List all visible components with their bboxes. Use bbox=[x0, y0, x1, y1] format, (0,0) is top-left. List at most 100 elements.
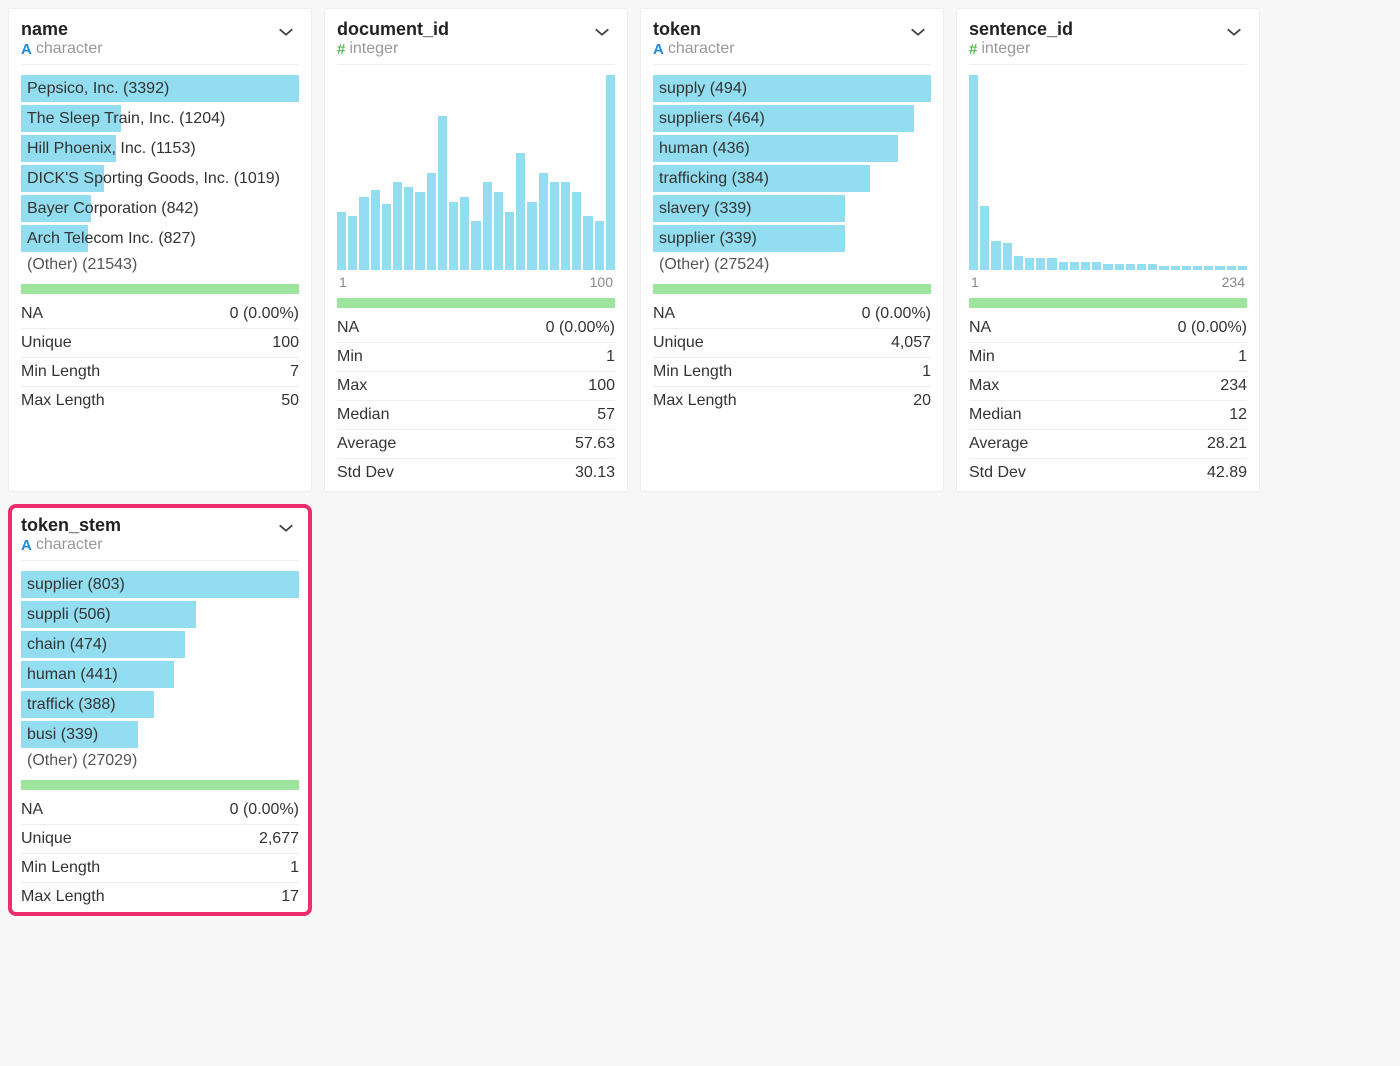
histogram-bar bbox=[359, 197, 368, 270]
column-name: token_stem bbox=[21, 515, 121, 536]
chevron-down-icon[interactable] bbox=[905, 19, 931, 47]
histogram[interactable] bbox=[969, 75, 1247, 270]
card-header: tokenAcharacter bbox=[653, 19, 931, 65]
histogram-bar bbox=[1171, 266, 1180, 270]
value-bar[interactable]: Arch Telecom Inc. (827) bbox=[21, 225, 299, 252]
histogram-bar bbox=[415, 192, 424, 270]
other-row: (Other) (27029) bbox=[21, 752, 299, 770]
stat-row: Min1 bbox=[969, 343, 1247, 372]
stat-row: NA0 (0.00%) bbox=[21, 796, 299, 825]
completeness-bar bbox=[337, 298, 615, 308]
stat-row: Max Length17 bbox=[21, 883, 299, 911]
axis-min: 1 bbox=[339, 274, 347, 290]
value-bar[interactable]: human (441) bbox=[21, 661, 299, 688]
histogram-bar bbox=[980, 206, 989, 270]
histogram-bar bbox=[539, 173, 548, 271]
stat-value: 0 (0.00%) bbox=[862, 305, 931, 323]
bar-label: suppli (506) bbox=[21, 606, 111, 624]
value-bar[interactable]: DICK'S Sporting Goods, Inc. (1019) bbox=[21, 165, 299, 192]
other-row: (Other) (21543) bbox=[21, 256, 299, 274]
stat-label: NA bbox=[21, 305, 43, 323]
stat-value: 12 bbox=[1229, 406, 1247, 424]
value-bar[interactable]: Hill Phoenix, Inc. (1153) bbox=[21, 135, 299, 162]
histogram-bar bbox=[527, 202, 536, 270]
stat-value: 2,677 bbox=[259, 830, 299, 848]
bar-label: The Sleep Train, Inc. (1204) bbox=[21, 110, 225, 128]
other-row: (Other) (27524) bbox=[653, 256, 931, 274]
stat-label: Average bbox=[337, 435, 396, 453]
stat-value: 7 bbox=[290, 363, 299, 381]
histogram-bar bbox=[1014, 256, 1023, 270]
histogram-bar bbox=[449, 202, 458, 270]
histogram-bar bbox=[1047, 258, 1056, 270]
bar-label: Pepsico, Inc. (3392) bbox=[21, 80, 169, 98]
bar-label: Hill Phoenix, Inc. (1153) bbox=[21, 140, 196, 158]
stat-value: 4,057 bbox=[891, 334, 931, 352]
chevron-down-icon[interactable] bbox=[273, 19, 299, 47]
numeric-type-icon: # bbox=[969, 41, 977, 58]
stat-row: NA0 (0.00%) bbox=[969, 314, 1247, 343]
chevron-down-icon[interactable] bbox=[273, 515, 299, 543]
histogram-bar bbox=[1059, 262, 1068, 270]
histogram-bar bbox=[1036, 258, 1045, 270]
histogram-bar bbox=[1081, 262, 1090, 270]
stat-row: Max100 bbox=[337, 372, 615, 401]
stat-value: 0 (0.00%) bbox=[230, 801, 299, 819]
stat-row: Median57 bbox=[337, 401, 615, 430]
column-card-token_stem: token_stemAcharacter supplier (803) suppli… bbox=[8, 504, 312, 916]
value-bar[interactable]: traffick (388) bbox=[21, 691, 299, 718]
bar-label: human (436) bbox=[653, 140, 750, 158]
stat-row: Unique2,677 bbox=[21, 825, 299, 854]
value-bar-list: supply (494) suppliers (464) human (436) tr… bbox=[653, 75, 931, 274]
stat-value: 0 (0.00%) bbox=[546, 319, 615, 337]
stat-label: Average bbox=[969, 435, 1028, 453]
stat-value: 234 bbox=[1220, 377, 1247, 395]
value-bar[interactable]: slavery (339) bbox=[653, 195, 931, 222]
histogram-axis: 1234 bbox=[969, 274, 1247, 290]
bar-label: trafficking (384) bbox=[653, 170, 769, 188]
value-bar[interactable]: chain (474) bbox=[21, 631, 299, 658]
value-bar[interactable]: suppli (506) bbox=[21, 601, 299, 628]
histogram-bar bbox=[550, 182, 559, 270]
stat-value: 1 bbox=[1238, 348, 1247, 366]
histogram-bar bbox=[404, 187, 413, 270]
stat-row: Min1 bbox=[337, 343, 615, 372]
column-type: Acharacter bbox=[653, 40, 735, 58]
stat-value: 17 bbox=[281, 888, 299, 906]
value-bar[interactable]: Pepsico, Inc. (3392) bbox=[21, 75, 299, 102]
histogram-bar bbox=[516, 153, 525, 270]
stat-row: Min Length7 bbox=[21, 358, 299, 387]
completeness-bar bbox=[969, 298, 1247, 308]
histogram-bar bbox=[1137, 264, 1146, 270]
value-bar[interactable]: suppliers (464) bbox=[653, 105, 931, 132]
histogram[interactable] bbox=[337, 75, 615, 270]
histogram-bar bbox=[1182, 266, 1191, 270]
card-header: nameAcharacter bbox=[21, 19, 299, 65]
value-bar[interactable]: Bayer Corporation (842) bbox=[21, 195, 299, 222]
value-bar[interactable]: supply (494) bbox=[653, 75, 931, 102]
histogram-bar bbox=[494, 192, 503, 270]
histogram-bar bbox=[1092, 262, 1101, 270]
stat-row: Unique4,057 bbox=[653, 329, 931, 358]
character-type-icon: A bbox=[21, 41, 32, 58]
chevron-down-icon[interactable] bbox=[1221, 19, 1247, 47]
histogram-bar bbox=[1193, 266, 1202, 270]
stat-value: 0 (0.00%) bbox=[230, 305, 299, 323]
chevron-down-icon[interactable] bbox=[589, 19, 615, 47]
bar-label: Arch Telecom Inc. (827) bbox=[21, 230, 196, 248]
card-header: document_id#integer bbox=[337, 19, 615, 65]
completeness-bar bbox=[653, 284, 931, 294]
card-header: token_stemAcharacter bbox=[21, 515, 299, 561]
histogram-bar bbox=[969, 75, 978, 270]
value-bar[interactable]: busi (339) bbox=[21, 721, 299, 748]
value-bar[interactable]: trafficking (384) bbox=[653, 165, 931, 192]
column-type: Acharacter bbox=[21, 536, 121, 554]
value-bar[interactable]: human (436) bbox=[653, 135, 931, 162]
value-bar[interactable]: supplier (803) bbox=[21, 571, 299, 598]
value-bar[interactable]: supplier (339) bbox=[653, 225, 931, 252]
column-name: token bbox=[653, 19, 735, 40]
stats-table: NA0 (0.00%)Unique4,057Min Length1Max Len… bbox=[653, 300, 931, 415]
value-bar[interactable]: The Sleep Train, Inc. (1204) bbox=[21, 105, 299, 132]
stat-row: Max234 bbox=[969, 372, 1247, 401]
column-type: #integer bbox=[969, 40, 1073, 58]
